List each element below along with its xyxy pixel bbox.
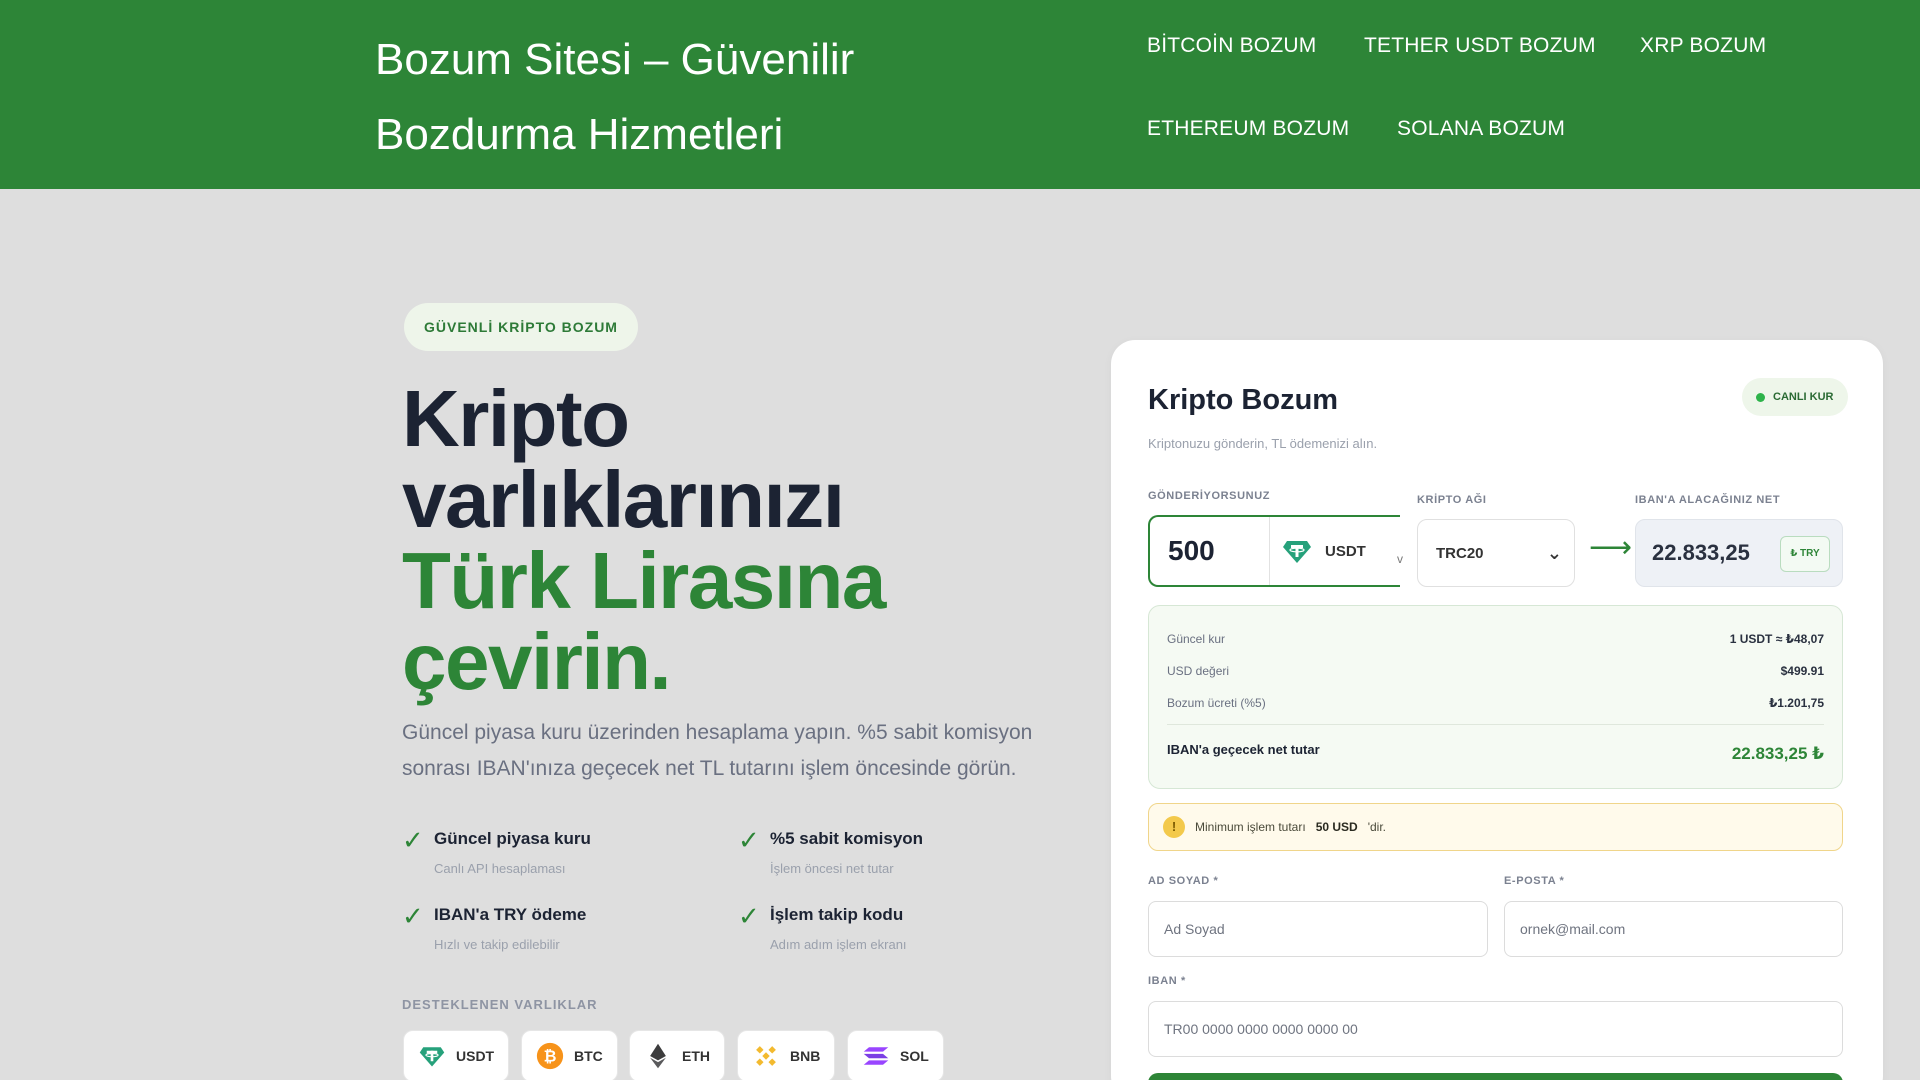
email-label: E-POSTA *: [1504, 875, 1565, 887]
name-input[interactable]: [1148, 901, 1488, 957]
feature-subtitle: Hızlı ve takip edilebilir: [434, 937, 560, 952]
summary-row-value: $499.91: [1780, 664, 1824, 678]
amount-input[interactable]: [1168, 531, 1268, 571]
warning-icon: !: [1163, 816, 1185, 838]
bitcoin-icon: ₿: [536, 1042, 564, 1070]
check-icon: ✓: [402, 825, 424, 855]
notice-suffix: 'dir.: [1367, 820, 1387, 834]
headline-line-1: Kripto: [402, 374, 630, 463]
notice-amount: 50 USD: [1315, 820, 1358, 834]
feature-subtitle: Adım adım işlem ekranı: [770, 937, 907, 952]
headline-line-4: çevirin.: [402, 617, 672, 706]
asset-label: BNB: [790, 1048, 821, 1064]
card-subtitle: Kriptonuzu gönderin, TL ödemenizi alın.: [1148, 436, 1378, 451]
summary-row: Güncel kur 1 USDT ≈ ₺48,07: [1167, 632, 1824, 646]
net-amount-value: 22.833,25: [1652, 540, 1750, 565]
asset-label: BTC: [574, 1048, 603, 1064]
summary-row: USD değeri $499.91: [1167, 664, 1824, 678]
asset-label: USDT: [456, 1048, 495, 1064]
tether-icon: [419, 1047, 445, 1067]
summary-row-label: Güncel kur: [1167, 632, 1226, 646]
net-amount-label: IBAN'A ALACAĞINIZ NET: [1635, 494, 1781, 506]
hero-lead: Güncel piyasa kuru üzerinden hesaplama y…: [402, 721, 1033, 780]
supported-assets-label: DESTEKLENEN VARLIKLAR: [402, 997, 598, 1012]
asset-chip-bnb[interactable]: BNB: [737, 1030, 836, 1080]
coin-select-label: USDT: [1325, 542, 1366, 560]
card-title: Kripto Bozum: [1148, 384, 1339, 416]
asset-label: ETH: [682, 1048, 710, 1064]
send-divider: [1269, 517, 1270, 585]
submit-button[interactable]: [1148, 1073, 1843, 1080]
iban-input[interactable]: [1148, 1001, 1843, 1057]
live-rate-badge: CANLI KUR: [1742, 378, 1848, 416]
live-dot-icon: [1756, 392, 1765, 402]
feature-subtitle: Canlı API hesaplaması: [434, 861, 566, 876]
network-label: KRİPTO AĞI: [1417, 494, 1487, 506]
nav-xrp-bozum[interactable]: XRP BOZUM: [1640, 34, 1766, 58]
send-amount-box: USDT: [1148, 515, 1400, 587]
chevron-down-icon[interactable]: v: [1397, 552, 1403, 566]
coin-select[interactable]: USDT: [1281, 535, 1366, 567]
summary-total-value: 22.833,25 ₺: [1731, 744, 1824, 763]
asset-chip-btc[interactable]: ₿ BTC: [521, 1030, 618, 1080]
chevron-down-icon: ⌄: [1546, 542, 1562, 563]
feature-title: İşlem takip kodu: [770, 905, 904, 924]
summary-divider: [1167, 724, 1824, 725]
send-label: GÖNDERİYORSUNUZ: [1148, 490, 1271, 502]
iban-label: IBAN *: [1148, 975, 1186, 987]
net-amount-output: 22.833,25 ₺ TRY: [1635, 519, 1843, 587]
svg-text:₿: ₿: [544, 1046, 557, 1065]
ethereum-icon: [650, 1043, 666, 1069]
check-icon: ✓: [738, 901, 760, 931]
name-label: AD SOYAD *: [1148, 875, 1219, 887]
hero-headline: Kripto varlıklarınızı Türk Lirasına çevi…: [402, 378, 1042, 702]
tether-icon: [1283, 541, 1311, 563]
nav-tether-usdt-bozum[interactable]: TETHER USDT BOZUM: [1364, 34, 1596, 58]
nav-solana-bozum[interactable]: SOLANA BOZUM: [1397, 117, 1565, 141]
nav-ethereum-bozum[interactable]: ETHEREUM BOZUM: [1147, 117, 1349, 141]
rate-summary: Güncel kur 1 USDT ≈ ₺48,07 USD değeri $4…: [1148, 605, 1843, 789]
headline-line-3: Türk Lirasına: [402, 536, 886, 625]
notice-prefix: Minimum işlem tutarı: [1195, 820, 1306, 834]
summary-row-value: ₺1.201,75: [1768, 696, 1824, 710]
secure-badge: GÜVENLİ KRİPTO BOZUM: [404, 303, 638, 351]
bnb-icon: [756, 1046, 776, 1066]
asset-chip-eth[interactable]: ETH: [629, 1030, 725, 1080]
arrow-right-icon: ⟶: [1589, 531, 1633, 564]
asset-label: SOL: [900, 1048, 929, 1064]
main-nav: BİTCOİN BOZUM TETHER USDT BOZUM XRP BOZU…: [1147, 0, 1787, 189]
feature-title: IBAN'a TRY ödeme: [434, 905, 587, 924]
check-icon: ✓: [402, 901, 424, 931]
asset-chip-usdt[interactable]: USDT: [403, 1030, 510, 1080]
crypto-exchange-card: Kripto Bozum CANLI KUR Kriptonuzu gönder…: [1111, 340, 1883, 1080]
summary-row: Bozum ücreti (%5) ₺1.201,75: [1167, 696, 1824, 710]
feature-subtitle: İşlem öncesi net tutar: [770, 861, 894, 876]
summary-row-value: 1 USDT ≈ ₺48,07: [1729, 632, 1824, 646]
live-rate-label: CANLI KUR: [1773, 391, 1834, 403]
solana-icon: [863, 1047, 889, 1065]
asset-chip-sol[interactable]: SOL: [847, 1030, 944, 1080]
summary-row-label: USD değeri: [1167, 664, 1230, 678]
site-title[interactable]: Bozum Sitesi – Güvenilir Bozdurma Hizmet…: [375, 22, 935, 172]
email-input[interactable]: [1504, 901, 1843, 957]
nav-bitcoin-bozum[interactable]: BİTCOİN BOZUM: [1147, 34, 1316, 58]
feature-title: %5 sabit komisyon: [770, 829, 924, 848]
network-select-value: TRC20: [1436, 544, 1484, 562]
currency-tag: ₺ TRY: [1780, 536, 1830, 572]
check-icon: ✓: [738, 825, 760, 855]
summary-row-label: Bozum ücreti (%5): [1167, 696, 1266, 710]
site-header: Bozum Sitesi – Güvenilir Bozdurma Hizmet…: [0, 0, 1920, 189]
summary-total-label: IBAN'a geçecek net tutar: [1167, 742, 1320, 757]
headline-line-2: varlıklarınızı: [402, 455, 845, 544]
network-select[interactable]: TRC20 ⌄: [1417, 519, 1575, 587]
minimum-notice: ! Minimum işlem tutarı 50 USD 'dir.: [1148, 803, 1843, 851]
feature-title: Güncel piyasa kuru: [434, 829, 591, 848]
